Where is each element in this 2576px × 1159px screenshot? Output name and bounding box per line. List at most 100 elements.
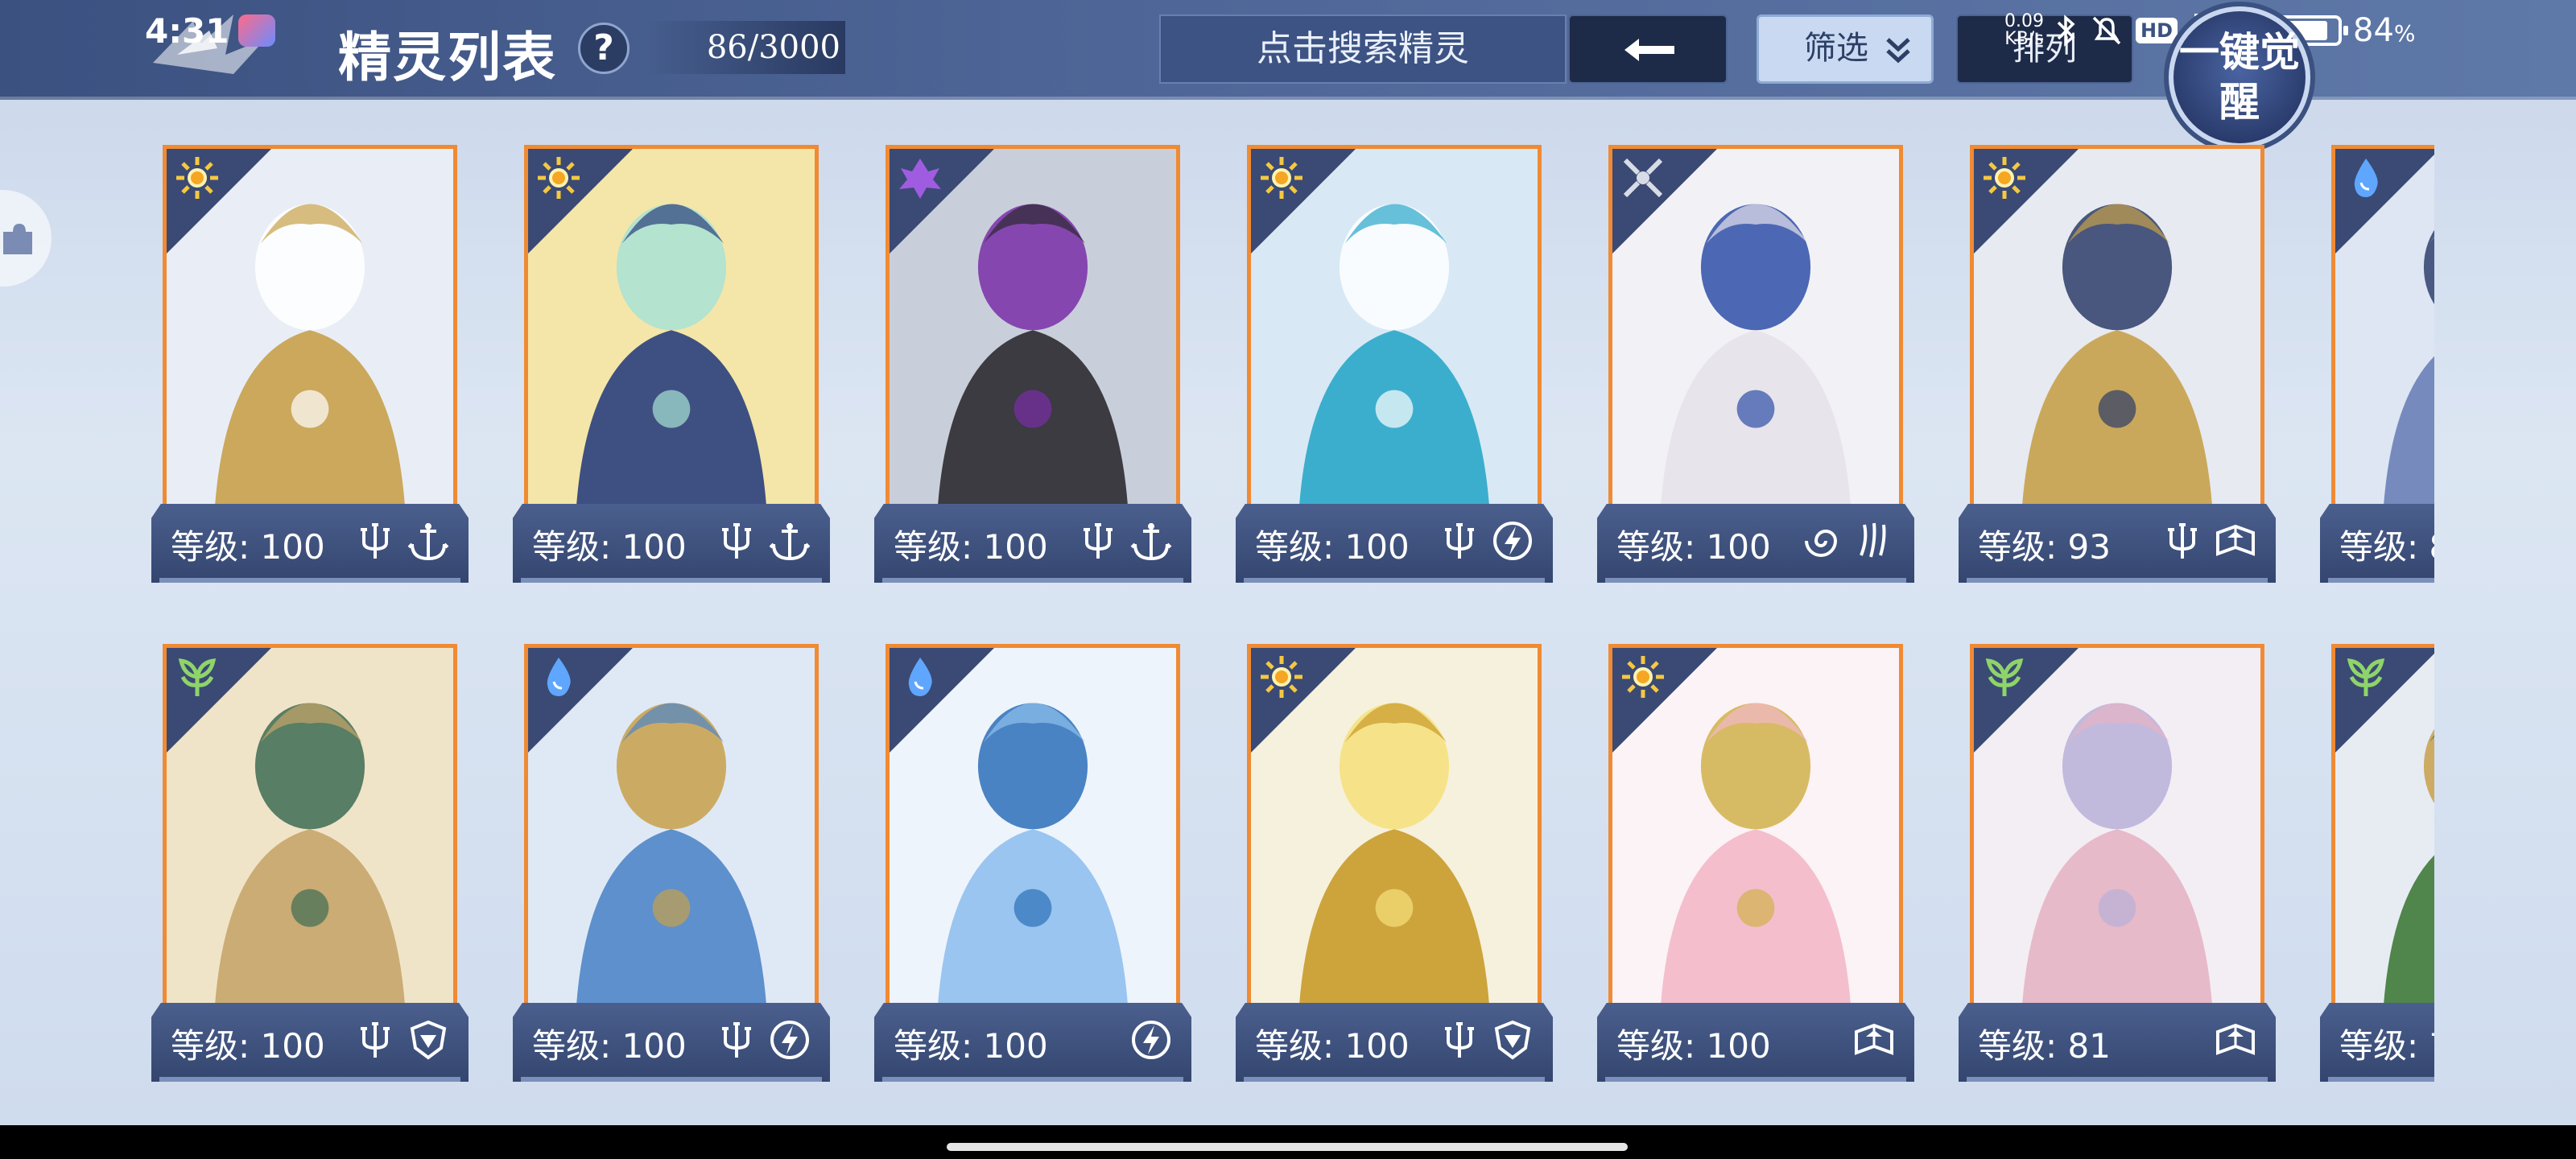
spirit-portrait: [886, 145, 1180, 531]
spirit-card[interactable]: 等级: 100: [874, 644, 1191, 1091]
anchor-icon: [407, 523, 449, 561]
spirit-card[interactable]: 等级: 100: [513, 145, 830, 592]
battery-percent: 84%: [2353, 12, 2416, 49]
level-label: 等级: 100: [532, 527, 687, 567]
trident-icon: [722, 1022, 751, 1058]
spirit-card[interactable]: 等级: 7: [2320, 644, 2434, 1091]
attribute-badges: [2160, 518, 2258, 563]
element-dark-icon: [899, 159, 941, 199]
shield-icon: [410, 1020, 447, 1060]
level-label: 等级: 100: [894, 1026, 1048, 1066]
level-label: 等级: 81: [1978, 1026, 2111, 1066]
help-button[interactable]: ?: [578, 23, 630, 74]
spirit-portrait: [524, 644, 819, 1030]
page-title: 精灵列表: [338, 26, 557, 89]
book-icon: [1855, 1023, 1893, 1055]
spirit-card[interactable]: 等级: 81: [1959, 644, 2276, 1091]
element-machine-icon: [1623, 158, 1663, 198]
element-water-icon: [547, 658, 571, 696]
level-label: 等级: 100: [1255, 527, 1410, 567]
trident-icon: [2168, 523, 2197, 559]
attribute-badges: [353, 518, 451, 563]
spirit-card[interactable]: 等级: 100: [513, 644, 830, 1091]
claw-icon: [1860, 522, 1886, 558]
spirit-portrait: [1970, 145, 2264, 531]
spirit-portrait: [1970, 644, 2264, 1030]
awaken-all-button[interactable]: 一键觉醒: [2169, 6, 2310, 148]
game-screen: 4:31 精灵列表 ? 86/3000 点击搜索精灵 筛选 排列 0.09 KB…: [0, 0, 2576, 1125]
spirit-card[interactable]: 等级: 100: [1236, 145, 1553, 592]
bolt-icon: [1132, 1021, 1170, 1059]
level-label: 等级: 100: [1616, 527, 1771, 567]
bluetooth-icon: [2057, 14, 2075, 47]
trident-icon: [1445, 1022, 1474, 1058]
element-water-icon: [908, 658, 932, 696]
level-label: 等级: 100: [1616, 1026, 1771, 1066]
element-light-icon: [1261, 157, 1302, 199]
spirit-portrait: [1608, 644, 1903, 1030]
spirit-card[interactable]: 等级: 100: [1597, 145, 1914, 592]
spirit-card[interactable]: 等级: 100: [1597, 644, 1914, 1091]
arrow-left-icon: [1624, 39, 1674, 61]
level-label: 等级: 100: [1255, 1026, 1410, 1066]
level-label: 等级: 8: [2339, 527, 2434, 567]
level-label: 等级: 100: [171, 1026, 325, 1066]
shield-icon: [1494, 1020, 1531, 1060]
book-icon: [2216, 1023, 2255, 1055]
level-label: 等级: 100: [532, 1026, 687, 1066]
spirit-portrait: [1247, 644, 1542, 1030]
mute-bell-icon: [2092, 16, 2121, 45]
spirit-card[interactable]: 等级: 100: [151, 145, 469, 592]
spirit-card[interactable]: 等级: 8: [2320, 145, 2434, 592]
attribute-badges: [1075, 518, 1174, 563]
level-label: 等级: 7: [2339, 1026, 2434, 1066]
status-app-icon: [238, 14, 275, 47]
spirit-card[interactable]: 等级: 93: [1959, 145, 2276, 592]
attribute-badges: [2213, 1017, 2258, 1062]
vortex-icon: [1805, 530, 1838, 557]
spirit-portrait: [524, 145, 819, 531]
attribute-badges: [1852, 1017, 1897, 1062]
spirit-portrait: [163, 644, 457, 1030]
spirit-portrait: [1247, 145, 1542, 531]
back-button[interactable]: [1568, 14, 1728, 84]
attribute-badges: [353, 1017, 451, 1062]
element-light-icon: [1261, 656, 1302, 698]
spirit-portrait: [886, 644, 1180, 1030]
anchor-icon: [769, 523, 811, 561]
trident-icon: [361, 523, 390, 559]
spirit-count: 86/3000: [644, 21, 845, 74]
spirit-portrait: [2331, 145, 2434, 531]
attribute-badges: [1129, 1017, 1174, 1062]
element-grass-icon: [178, 658, 217, 696]
element-light-icon: [1622, 656, 1664, 698]
anchor-icon: [1130, 523, 1172, 561]
trident-icon: [722, 523, 751, 559]
search-input[interactable]: 点击搜索精灵: [1159, 14, 1567, 84]
spirit-portrait: [1608, 145, 1903, 531]
attribute-badges: [1437, 518, 1535, 563]
hd-badge: HD: [2135, 18, 2178, 43]
trident-icon: [1445, 523, 1474, 559]
bolt-icon: [1493, 522, 1532, 560]
attribute-badges: [714, 518, 812, 563]
puzzle-icon: [3, 224, 32, 254]
level-label: 等级: 100: [894, 527, 1048, 567]
network-speed: 0.09 KB/s: [2004, 11, 2044, 49]
bolt-icon: [770, 1021, 809, 1059]
spirit-card[interactable]: 等级: 100: [151, 644, 469, 1091]
attribute-badges: [714, 1017, 812, 1062]
book-icon: [2216, 524, 2255, 556]
trident-icon: [361, 1022, 390, 1058]
spirit-card[interactable]: 等级: 100: [874, 145, 1191, 592]
spirit-card[interactable]: 等级: 100: [1236, 644, 1553, 1091]
status-time: 4:31: [145, 11, 229, 51]
filter-button[interactable]: 筛选: [1757, 14, 1934, 84]
side-panel-button[interactable]: [0, 190, 52, 287]
spirit-grid: 等级: 100 等级: 100 等级: 100 等级: 100 等级: 100 …: [151, 145, 2434, 1095]
element-grass-icon: [2347, 658, 2385, 696]
level-label: 等级: 93: [1978, 527, 2111, 567]
element-grass-icon: [1985, 658, 2024, 696]
element-water-icon: [2354, 159, 2378, 197]
home-indicator[interactable]: [947, 1143, 1628, 1151]
